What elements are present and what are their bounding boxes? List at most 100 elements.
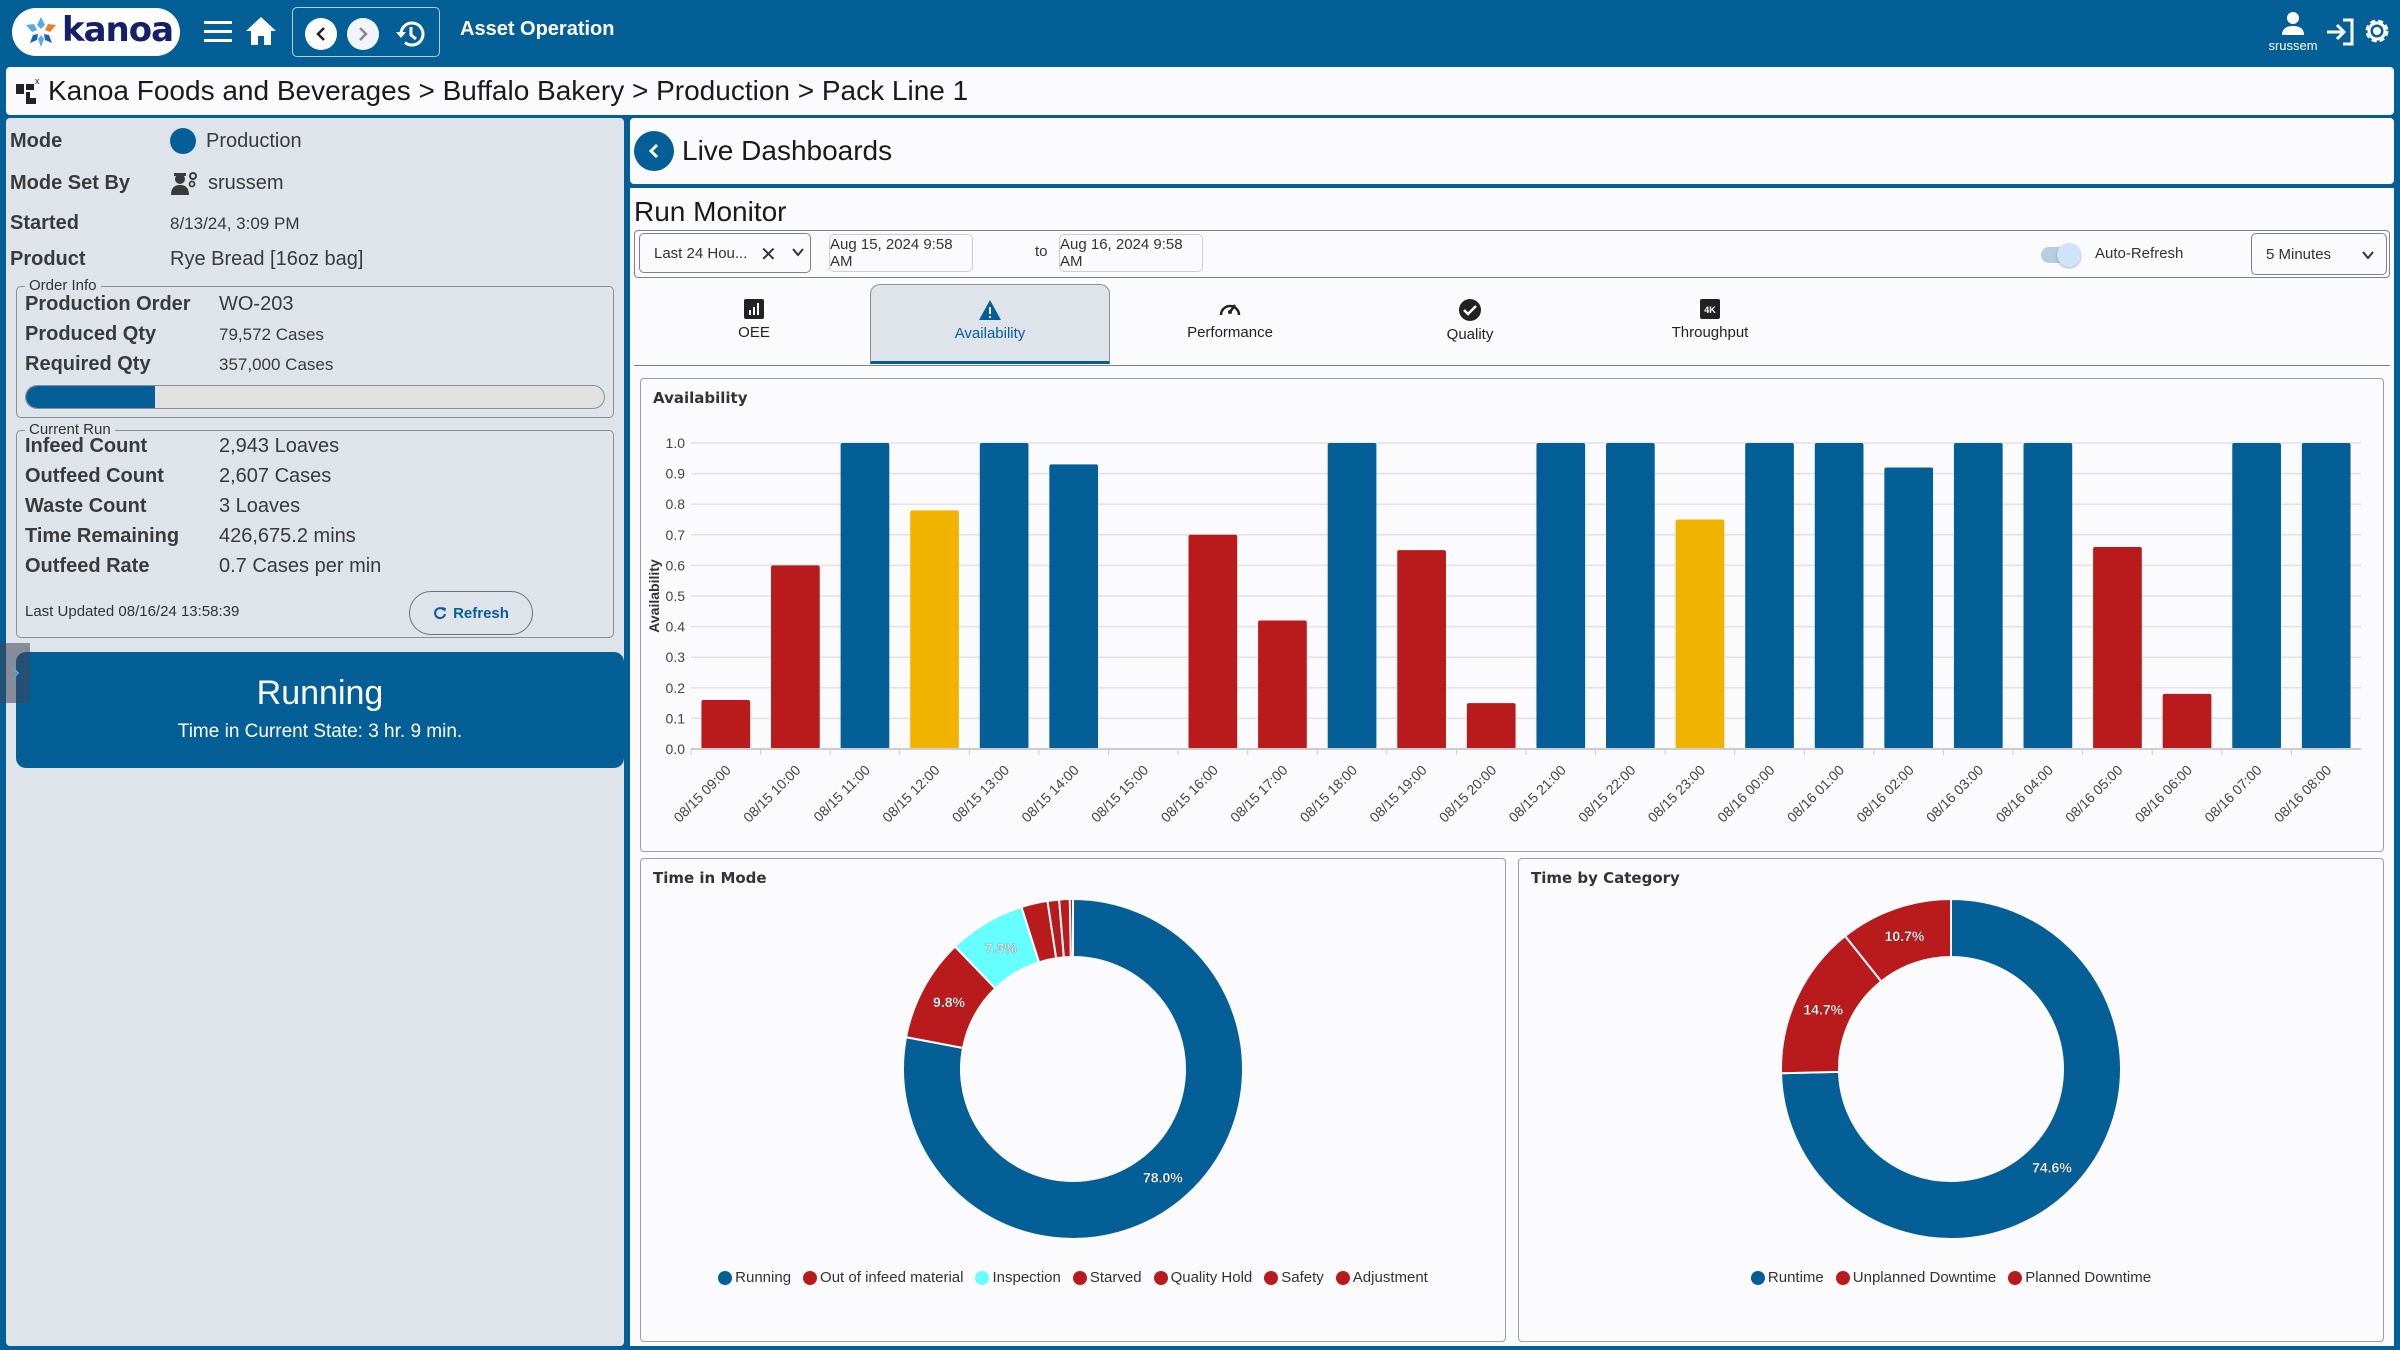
bar[interactable]: [1675, 519, 1725, 750]
start-date-input[interactable]: Aug 15, 2024 9:58 AM: [829, 234, 973, 272]
end-date-input[interactable]: Aug 16, 2024 9:58 AM: [1059, 234, 1203, 272]
y-axis-label: Availability: [646, 559, 662, 633]
tab-availability[interactable]: Availability: [870, 284, 1110, 364]
refresh-button[interactable]: Refresh: [409, 591, 533, 635]
x-tick-label: 08/15 13:00: [949, 762, 1013, 826]
infeed-count-label: Infeed Count: [25, 435, 148, 457]
legend-item[interactable]: Unplanned Downtime: [1835, 1269, 1996, 1286]
tab-throughput[interactable]: 4K Throughput: [1590, 284, 1830, 364]
bar[interactable]: [2232, 443, 2281, 749]
x-tick-label: 08/16 08:00: [2271, 762, 2335, 826]
legend-item[interactable]: Quality Hold: [1153, 1269, 1252, 1286]
bar[interactable]: [1258, 620, 1307, 749]
order-progress-bar: [25, 385, 605, 409]
legend-label: Out of infeed material: [820, 1269, 964, 1286]
worker-gear-icon: [171, 172, 197, 195]
legend-item[interactable]: Planned Downtime: [2008, 1269, 2151, 1286]
bar[interactable]: [1327, 443, 1377, 749]
breadcrumb-path[interactable]: Kanoa Foods and Beverages > Buffalo Bake…: [48, 75, 968, 107]
bar[interactable]: [1536, 443, 1586, 749]
bar[interactable]: [701, 700, 751, 749]
infeed-count-value: 2,943 Loaves: [219, 435, 340, 457]
bar[interactable]: [1606, 443, 1655, 749]
bar[interactable]: [979, 443, 1029, 749]
hierarchy-icon[interactable]: x: [14, 76, 44, 106]
svg-text:4K: 4K: [1704, 305, 1716, 315]
logout-icon[interactable]: [2324, 16, 2356, 48]
x-tick-label: 08/15 14:00: [1018, 762, 1082, 826]
time-range-select[interactable]: Last 24 Hou... ✕: [639, 233, 811, 273]
back-button[interactable]: [305, 18, 337, 50]
slice-label: 74.6%: [2032, 1159, 2072, 1175]
home-icon[interactable]: [244, 14, 278, 48]
mode-row: Mode Production: [10, 128, 302, 154]
bar[interactable]: [910, 510, 959, 749]
bar[interactable]: [2301, 443, 2351, 749]
x-tick-label: 08/15 22:00: [1575, 762, 1639, 826]
produced-qty-label: Produced Qty: [25, 323, 157, 345]
legend-item[interactable]: Running: [718, 1269, 791, 1286]
bar[interactable]: [2023, 443, 2073, 749]
tab-label: Quality: [1446, 326, 1494, 343]
clear-icon[interactable]: ✕: [760, 242, 777, 267]
x-tick-label: 08/16 01:00: [1784, 762, 1848, 826]
outfeed-count-value: 2,607 Cases: [219, 465, 332, 487]
gear-icon[interactable]: [2360, 14, 2394, 48]
legend-item[interactable]: Starved: [1072, 1269, 1142, 1286]
history-icon[interactable]: [393, 17, 427, 51]
legend-item[interactable]: Inspection: [975, 1269, 1061, 1286]
legend-dot: [1835, 1270, 1850, 1285]
tab-oee[interactable]: OEE: [634, 284, 874, 364]
order-progress-fill: [26, 386, 155, 408]
kanoa-logo[interactable]: kanoa: [12, 8, 180, 56]
legend-item[interactable]: Runtime: [1750, 1269, 1824, 1286]
tab-performance[interactable]: Performance: [1110, 284, 1350, 364]
legend-item[interactable]: Adjustment: [1335, 1269, 1428, 1286]
user-menu[interactable]: srussem: [2258, 10, 2328, 53]
logo-text: kanoa: [62, 10, 174, 50]
bar[interactable]: [1188, 534, 1238, 749]
panel-expand-handle[interactable]: [0, 643, 30, 703]
y-tick-label: 1.0: [666, 435, 686, 451]
x-tick-label: 08/15 15:00: [1088, 762, 1152, 826]
bar[interactable]: [1049, 464, 1099, 749]
y-tick-label: 0.8: [666, 496, 686, 512]
y-tick-label: 0.3: [666, 649, 686, 665]
mode-label: Mode: [10, 129, 63, 152]
live-dashboards-title: Live Dashboards: [682, 135, 893, 166]
tab-label: Performance: [1187, 324, 1273, 341]
hamburger-menu-icon[interactable]: [202, 18, 234, 46]
chevron-down-icon: [792, 248, 804, 257]
forward-button[interactable]: [347, 18, 379, 50]
bar[interactable]: [1397, 550, 1446, 749]
bar[interactable]: [1953, 443, 2003, 749]
legend-label: Safety: [1281, 1269, 1324, 1286]
tab-quality[interactable]: Quality: [1350, 284, 1590, 364]
x-tick-label: 08/16 04:00: [1992, 762, 2056, 826]
bar[interactable]: [1814, 443, 1864, 749]
svg-text:x: x: [35, 76, 40, 86]
refresh-interval-select[interactable]: 5 Minutes: [2251, 233, 2387, 275]
legend-item[interactable]: Out of infeed material: [803, 1269, 963, 1286]
run-monitor-title: Run Monitor: [634, 196, 787, 227]
bar[interactable]: [840, 443, 890, 749]
auto-refresh-toggle[interactable]: [2041, 243, 2083, 267]
bar[interactable]: [2162, 693, 2212, 749]
bar[interactable]: [1884, 467, 1934, 749]
bar[interactable]: [1466, 703, 1516, 749]
time-by-category-donut-chart: 74.6% 14.7% 10.7%: [1780, 897, 2122, 1240]
bar[interactable]: [2093, 547, 2142, 749]
legend-label: Runtime: [1767, 1269, 1824, 1286]
bar[interactable]: [771, 565, 820, 749]
dashboards-back-button[interactable]: [634, 131, 674, 171]
time-in-mode-legend: Running Out of infeed material Inspection S…: [641, 1269, 1505, 1286]
x-tick-label: 08/16 07:00: [2201, 762, 2265, 826]
produced-qty-value: 79,572 Cases: [219, 324, 324, 344]
y-tick-label: 0.6: [666, 557, 686, 573]
donut-slice[interactable]: [1068, 897, 1074, 959]
slice-label: 7.3%: [985, 940, 1017, 956]
legend-item[interactable]: Safety: [1264, 1269, 1324, 1286]
bar[interactable]: [1745, 443, 1794, 749]
y-tick-label: 0.4: [666, 619, 686, 635]
product-label: Product: [10, 248, 86, 270]
